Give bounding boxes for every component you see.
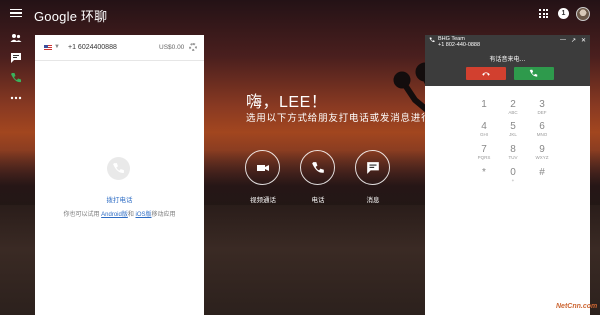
keypad-key[interactable]: # — [527, 167, 557, 178]
keypad-digit: # — [539, 167, 545, 178]
chevron-down-icon[interactable]: ▼ — [54, 44, 60, 50]
keypad-key[interactable]: 1 — [469, 99, 499, 110]
subtitle: 选用以下方式给朋友打电话或发消息进行 — [246, 113, 432, 124]
keypad-letters: PQRS — [477, 155, 491, 160]
apps-grid-icon[interactable] — [539, 9, 548, 18]
phone-icon — [429, 37, 435, 43]
popout-icon[interactable]: ↗ — [571, 37, 576, 44]
keypad-key[interactable]: 2 ABC — [498, 99, 528, 116]
keypad-digit: 8 — [510, 144, 516, 155]
account-balance: US$0.00 — [159, 44, 185, 51]
android-link[interactable]: Android版 — [101, 212, 128, 218]
phone-icon — [529, 69, 538, 77]
hangup-icon — [482, 72, 490, 76]
minimize-icon[interactable]: — — [560, 37, 566, 43]
keypad-digit: 2 — [510, 99, 516, 110]
keypad-key[interactable]: 5 JKL — [498, 121, 528, 138]
keypad-digit: 4 — [481, 121, 487, 132]
keypad-digit: * — [482, 167, 486, 178]
avatar[interactable] — [576, 7, 590, 21]
keypad-key[interactable]: * — [469, 167, 499, 178]
keypad-digit: 5 — [510, 121, 516, 132]
menu-icon[interactable] — [10, 7, 22, 19]
keypad-digit: 6 — [539, 121, 545, 132]
accept-button[interactable] — [514, 67, 554, 80]
keypad-letters: MNO — [536, 132, 548, 137]
call-header: BHG Team +1 802-440-0888 — ↗ ✕ 有话音来电… — [425, 35, 590, 86]
keypad-digit: 1 — [481, 99, 487, 110]
message-icon — [367, 162, 379, 174]
keypad-key[interactable]: 4 GHI — [469, 121, 499, 138]
messages-icon[interactable] — [10, 52, 22, 64]
phone-call-button[interactable] — [300, 150, 335, 185]
keypad-letters: JKL — [509, 132, 517, 137]
video-call-button[interactable] — [245, 150, 280, 185]
keypad-key[interactable]: 3 DEF — [527, 99, 557, 116]
us-flag-icon[interactable] — [44, 45, 52, 51]
keypad-letters: + — [511, 178, 515, 183]
more-icon[interactable] — [10, 92, 22, 104]
caller-number: +1 802-440-0888 — [438, 42, 481, 48]
message-button[interactable] — [355, 150, 390, 185]
decline-button[interactable] — [466, 67, 506, 80]
video-call-label: 视频通话 — [250, 197, 276, 204]
ios-link[interactable]: iOS版 — [136, 212, 152, 218]
notification-badge[interactable]: 1 — [558, 8, 569, 19]
gear-icon[interactable] — [189, 43, 197, 51]
phone-call-label: 电话 — [311, 197, 325, 204]
top-bar: Google 环聊 1 — [0, 0, 600, 28]
phone-icon — [312, 162, 324, 173]
keypad-letters: TUV — [508, 155, 518, 160]
keypad-key[interactable]: 9 WXYZ — [527, 144, 557, 161]
keypad-letters: ABC — [508, 110, 518, 115]
keypad-letters: GHI — [479, 132, 488, 137]
contacts-icon[interactable] — [10, 32, 22, 44]
keypad-key[interactable]: 0 + — [498, 167, 528, 184]
greeting: 嗨，LEE！ — [246, 94, 328, 111]
keypad-letters: WXYZ — [535, 155, 549, 160]
keypad-letters: DEF — [537, 110, 547, 115]
phone-account-row: ▼ +1 6024400888 US$0.00 — [35, 35, 204, 61]
watermark: NetCnn.com — [556, 303, 598, 310]
phone-number: +1 6024400888 — [68, 44, 117, 51]
video-icon — [257, 165, 269, 171]
close-icon[interactable]: ✕ — [581, 37, 586, 44]
keypad-key[interactable]: 6 MNO — [527, 121, 557, 138]
keypad-digit: 9 — [539, 144, 545, 155]
mobile-apps-note: 你也可以试用 Android版和 iOS版移动应用 — [63, 212, 176, 218]
message-label: 消息 — [366, 197, 380, 204]
keypad-digit: 0 — [510, 167, 516, 178]
keypad-key[interactable]: 7 PQRS — [469, 144, 499, 161]
app-logo: Google 环聊 — [34, 9, 108, 24]
keypad-digit: 7 — [481, 144, 487, 155]
phone-icon[interactable] — [10, 72, 22, 84]
call-bubble-icon — [107, 157, 130, 180]
call-status: 有话音来电… — [489, 57, 526, 63]
keypad-key[interactable]: 8 TUV — [498, 144, 528, 161]
dial-link[interactable]: 拨打电话 — [35, 194, 204, 204]
keypad-digit: 3 — [539, 99, 545, 110]
